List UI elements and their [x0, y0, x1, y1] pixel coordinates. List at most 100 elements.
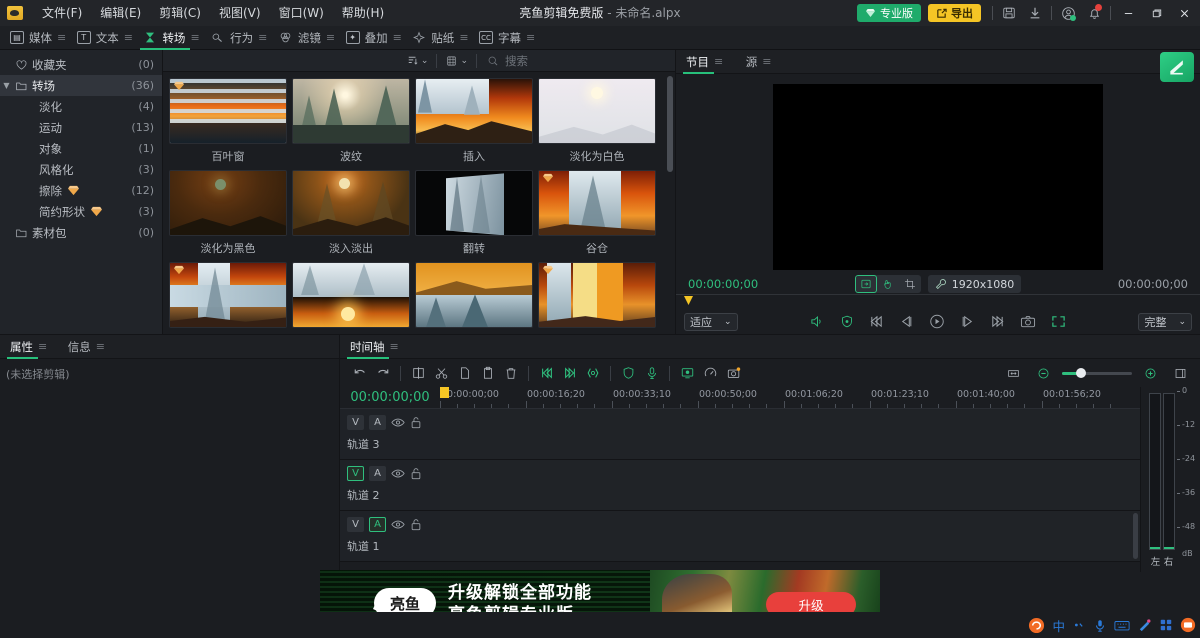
- asset-cell[interactable]: 淡化为白色: [538, 78, 661, 170]
- asset-thumbnail[interactable]: [415, 78, 533, 145]
- go-to-end-icon[interactable]: [989, 314, 1006, 329]
- asset-thumbnail[interactable]: [292, 262, 410, 329]
- tab-properties[interactable]: 属性 ≡: [4, 335, 52, 359]
- paste-icon[interactable]: [476, 362, 499, 384]
- sogou-logo-icon[interactable]: [1028, 617, 1045, 634]
- tab-menu-icon[interactable]: ≡: [393, 31, 402, 44]
- tree-item-object[interactable]: 对象 (1): [0, 138, 162, 159]
- hand-tool-icon[interactable]: [877, 275, 899, 293]
- speed-icon[interactable]: [699, 362, 722, 384]
- ime-tools-icon[interactable]: [1137, 618, 1152, 633]
- menu-view[interactable]: 视图(V): [210, 0, 270, 26]
- tab-menu-icon[interactable]: ≡: [390, 340, 399, 353]
- tree-item-simple-shapes[interactable]: 简约形状 (3): [0, 201, 162, 222]
- tree-item-fade[interactable]: 淡化 (4): [0, 96, 162, 117]
- track-lane[interactable]: [440, 409, 1140, 459]
- redo-icon[interactable]: [371, 362, 394, 384]
- eye-icon[interactable]: [391, 519, 405, 530]
- tab-menu-icon[interactable]: ≡: [190, 31, 199, 44]
- menu-file[interactable]: 文件(F): [33, 0, 91, 26]
- trim-end-icon[interactable]: [558, 362, 581, 384]
- tab-menu-icon[interactable]: ≡: [526, 31, 535, 44]
- delete-icon[interactable]: [499, 362, 522, 384]
- tab-media[interactable]: ▤ 媒体 ≡: [4, 26, 71, 50]
- volume-icon[interactable]: [809, 314, 826, 329]
- tab-program[interactable]: 节目 ≡: [680, 50, 728, 74]
- undo-icon[interactable]: [348, 362, 371, 384]
- zoom-level-select[interactable]: 适应 ⌄: [684, 312, 738, 331]
- play-icon[interactable]: [928, 313, 946, 330]
- asset-cell[interactable]: 滑到顶部: [415, 262, 538, 334]
- tab-transition[interactable]: 转场 ≡: [137, 26, 204, 50]
- screen-record-icon[interactable]: [676, 362, 699, 384]
- tab-menu-icon[interactable]: ≡: [714, 55, 723, 68]
- tab-menu-icon[interactable]: ≡: [326, 31, 335, 44]
- asset-cell[interactable]: 淡化为黑色: [169, 170, 292, 262]
- asset-grid-scroll[interactable]: 百叶窗 波纹 插入 淡化为白色 淡化为黑色 淡入淡出 翻转 谷仓: [163, 72, 675, 334]
- asset-cell[interactable]: 谷仓: [538, 170, 661, 262]
- tab-sticker[interactable]: 贴纸 ≡: [406, 26, 473, 50]
- tree-item-stylize[interactable]: 风格化 (3): [0, 159, 162, 180]
- safe-margins-icon[interactable]: [839, 314, 855, 329]
- minimize-button[interactable]: [1114, 0, 1142, 26]
- zoom-in-icon[interactable]: [1139, 362, 1162, 384]
- track-audio-toggle[interactable]: A: [369, 415, 386, 430]
- track-video-toggle[interactable]: V: [347, 517, 364, 532]
- asset-thumbnail[interactable]: [169, 170, 287, 237]
- eye-icon[interactable]: [391, 468, 405, 479]
- split-icon[interactable]: [407, 362, 430, 384]
- trim-start-icon[interactable]: [535, 362, 558, 384]
- fit-timeline-icon[interactable]: [1002, 362, 1025, 384]
- asset-thumbnail[interactable]: [415, 170, 533, 237]
- menu-clip[interactable]: 剪辑(C): [150, 0, 210, 26]
- track-lane[interactable]: [440, 511, 1140, 561]
- asset-thumbnail[interactable]: [169, 78, 287, 145]
- tab-menu-icon[interactable]: ≡: [96, 340, 105, 353]
- tab-text[interactable]: T 文本 ≡: [71, 26, 138, 50]
- timeline-zoom-slider[interactable]: [1062, 367, 1132, 378]
- asset-cell[interactable]: 淡入淡出: [292, 170, 415, 262]
- playhead-handle[interactable]: [440, 387, 449, 398]
- unlock-icon[interactable]: [410, 518, 422, 531]
- search-input[interactable]: [505, 53, 665, 68]
- microphone-tray-icon[interactable]: [1093, 618, 1107, 633]
- crop-icon[interactable]: [899, 275, 921, 293]
- microphone-icon[interactable]: [640, 362, 663, 384]
- fullscreen-icon[interactable]: [1050, 314, 1067, 329]
- export-button[interactable]: 导出: [928, 4, 981, 22]
- maximize-button[interactable]: [1142, 0, 1170, 26]
- menu-window[interactable]: 窗口(W): [270, 0, 333, 26]
- unlock-icon[interactable]: [410, 416, 422, 429]
- asset-cell[interactable]: 百叶窗: [169, 78, 292, 170]
- search-box[interactable]: [487, 53, 665, 68]
- timeline-vertical-scrollbar[interactable]: [1133, 513, 1138, 559]
- track-audio-toggle[interactable]: A: [369, 466, 386, 481]
- menu-edit[interactable]: 编辑(E): [91, 0, 150, 26]
- close-button[interactable]: [1170, 0, 1198, 26]
- asset-cell[interactable]: 光圈: [169, 262, 292, 334]
- panel-toggle-icon[interactable]: [1169, 362, 1192, 384]
- video-canvas-area[interactable]: [676, 74, 1200, 274]
- track-lane[interactable]: [440, 460, 1140, 510]
- asset-cell[interactable]: 简约形状 1: [538, 262, 661, 334]
- account-icon[interactable]: [1055, 0, 1081, 26]
- tab-timeline[interactable]: 时间轴 ≡: [344, 335, 403, 359]
- keyboard-tray-icon[interactable]: [1114, 619, 1130, 632]
- unlock-icon[interactable]: [410, 467, 422, 480]
- asset-cell[interactable]: 翻转: [415, 170, 538, 262]
- tab-menu-icon[interactable]: ≡: [762, 55, 771, 68]
- asset-thumbnail[interactable]: [415, 262, 533, 329]
- tab-behavior[interactable]: 行为 ≡: [204, 26, 272, 50]
- menu-help[interactable]: 帮助(H): [333, 0, 393, 26]
- step-forward-icon[interactable]: [959, 314, 976, 329]
- tab-caption[interactable]: CC 字幕 ≡: [473, 26, 540, 50]
- tree-item-favorites[interactable]: 收藏夹 (0): [0, 54, 162, 75]
- tab-menu-icon[interactable]: ≡: [124, 31, 133, 44]
- asset-thumbnail[interactable]: [169, 262, 287, 329]
- thumbnail-size-button[interactable]: ⌄: [441, 52, 472, 70]
- ime-chinese-icon[interactable]: 中: [1052, 616, 1065, 635]
- timeline-ruler[interactable]: 00:00:00;00 00:00:16;20 00:00:33;10 00:0…: [440, 387, 1140, 408]
- apps-grid-icon[interactable]: [1159, 618, 1173, 632]
- ime-settings-icon[interactable]: [1180, 617, 1196, 633]
- camera-record-icon[interactable]: [722, 362, 745, 384]
